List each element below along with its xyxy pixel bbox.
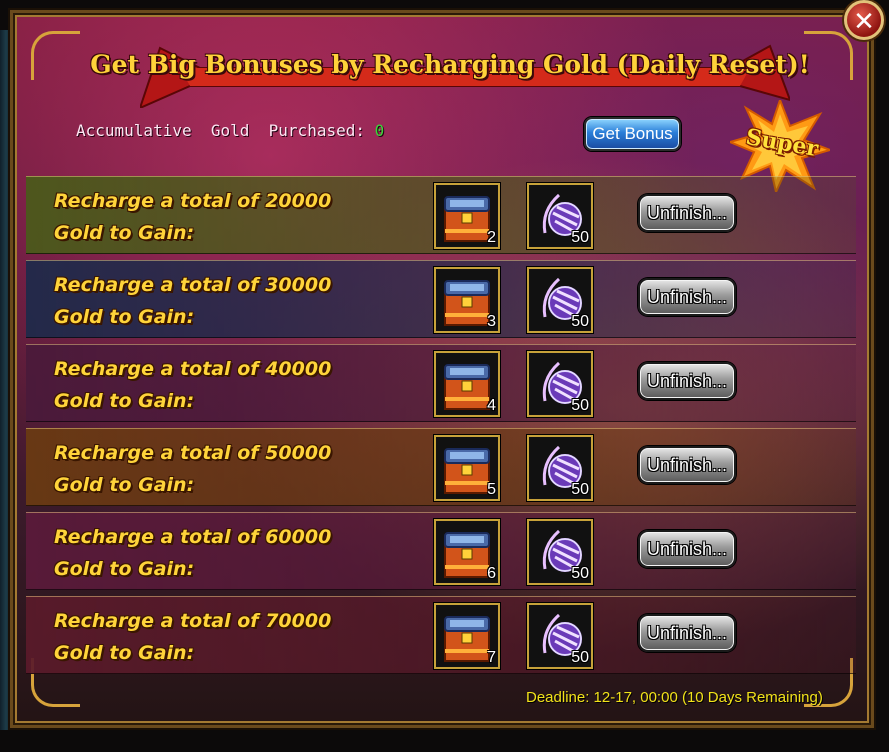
item-quantity: 6 [487, 565, 496, 582]
item-quantity: 50 [571, 565, 589, 582]
item-quantity: 4 [487, 397, 496, 414]
page-title: Get Big Bonuses by Recharging Gold (Dail… [90, 50, 810, 79]
requirement-line-2: Gold to Gain: [54, 558, 195, 580]
item-quantity: 5 [487, 481, 496, 498]
requirement-line-1: Recharge a total of 40000 [54, 358, 332, 380]
claim-status-button[interactable]: Unfinish... [638, 362, 736, 400]
reward-row: Recharge a total of 30000 Gold to Gain: 3 5… [26, 260, 856, 338]
item-quantity: 3 [487, 313, 496, 330]
reward-row: Recharge a total of 20000 Gold to Gain: 2 5… [26, 176, 856, 254]
requirement-text: Recharge a total of 70000 Gold to Gain: [54, 605, 374, 669]
item-quantity: 50 [571, 481, 589, 498]
requirement-text: Recharge a total of 20000 Gold to Gain: [54, 185, 374, 249]
reward-slot-chest[interactable]: 5 [434, 435, 500, 501]
requirement-text: Recharge a total of 50000 Gold to Gain: [54, 437, 374, 501]
claim-status-button[interactable]: Unfinish... [638, 614, 736, 652]
requirement-line-1: Recharge a total of 20000 [54, 190, 332, 212]
close-icon: ✕ [853, 7, 875, 37]
item-quantity: 50 [571, 649, 589, 666]
reward-row: Recharge a total of 60000 Gold to Gain: 6 5… [26, 512, 856, 590]
deadline-text: Deadline: 12-17, 00:00 (10 Days Remainin… [526, 689, 823, 706]
requirement-line-1: Recharge a total of 60000 [54, 526, 332, 548]
item-quantity: 50 [571, 397, 589, 414]
reward-row: Recharge a total of 50000 Gold to Gain: 5 5… [26, 428, 856, 506]
reward-slot-orb[interactable]: 50 [527, 351, 593, 417]
reward-slot-chest[interactable]: 4 [434, 351, 500, 417]
requirement-line-1: Recharge a total of 30000 [54, 274, 332, 296]
item-quantity: 50 [571, 229, 589, 246]
reward-row: Recharge a total of 70000 Gold to Gain: 7 5… [26, 596, 856, 674]
close-button[interactable]: ✕ [844, 0, 884, 40]
accumulative-gold: Accumulative Gold Purchased: 0 [76, 121, 384, 140]
reward-slot-orb[interactable]: 50 [527, 603, 593, 669]
claim-status-button[interactable]: Unfinish... [638, 194, 736, 232]
accumulative-value: 0 [374, 121, 385, 140]
reward-slot-chest[interactable]: 7 [434, 603, 500, 669]
requirement-text: Recharge a total of 40000 Gold to Gain: [54, 353, 374, 417]
requirement-line-1: Recharge a total of 50000 [54, 442, 332, 464]
reward-slot-orb[interactable]: 50 [527, 267, 593, 333]
requirement-line-2: Gold to Gain: [54, 642, 195, 664]
reward-slot-chest[interactable]: 6 [434, 519, 500, 585]
reward-slot-orb[interactable]: 50 [527, 183, 593, 249]
requirement-text: Recharge a total of 60000 Gold to Gain: [54, 521, 374, 585]
reward-row: Recharge a total of 40000 Gold to Gain: 4 5… [26, 344, 856, 422]
item-quantity: 2 [487, 229, 496, 246]
requirement-line-2: Gold to Gain: [54, 474, 195, 496]
requirement-line-2: Gold to Gain: [54, 222, 195, 244]
accumulative-label: Accumulative Gold Purchased: [76, 121, 375, 140]
item-quantity: 7 [487, 649, 496, 666]
claim-status-button[interactable]: Unfinish... [638, 446, 736, 484]
requirement-line-2: Gold to Gain: [54, 390, 195, 412]
reward-slot-chest[interactable]: 3 [434, 267, 500, 333]
requirement-line-1: Recharge a total of 70000 [54, 610, 332, 632]
reward-slot-chest[interactable]: 2 [434, 183, 500, 249]
requirement-text: Recharge a total of 30000 Gold to Gain: [54, 269, 374, 333]
reward-slot-orb[interactable]: 50 [527, 435, 593, 501]
reward-slot-orb[interactable]: 50 [527, 519, 593, 585]
get-bonus-button[interactable]: Get Bonus [584, 117, 681, 151]
claim-status-button[interactable]: Unfinish... [638, 530, 736, 568]
claim-status-button[interactable]: Unfinish... [638, 278, 736, 316]
requirement-line-2: Gold to Gain: [54, 306, 195, 328]
item-quantity: 50 [571, 313, 589, 330]
